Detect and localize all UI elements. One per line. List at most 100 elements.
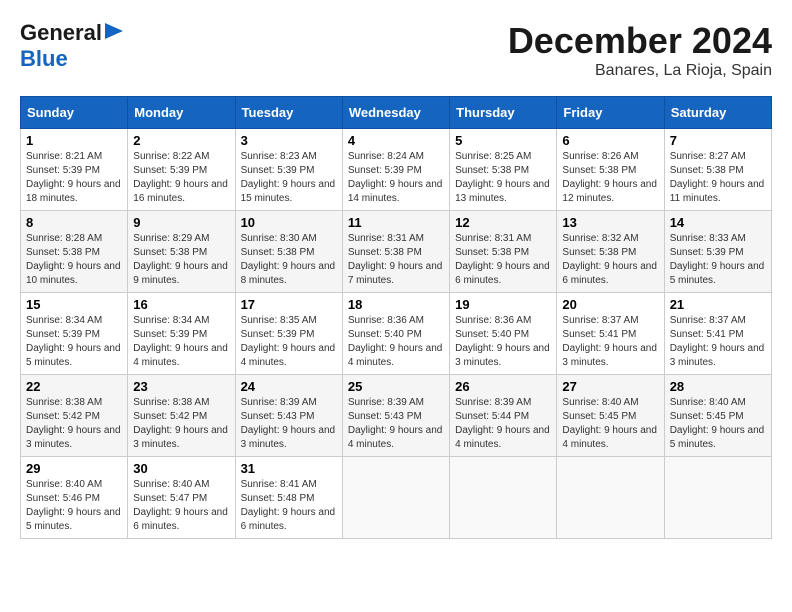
location-subtitle: Banares, La Rioja, Spain — [508, 62, 772, 80]
day-info: Sunrise: 8:38 AMSunset: 5:42 PMDaylight:… — [133, 396, 229, 452]
day-number: 23 — [133, 379, 229, 394]
day-number: 4 — [348, 133, 444, 148]
calendar-week-3: 15 Sunrise: 8:34 AMSunset: 5:39 PMDayligh… — [21, 293, 772, 375]
calendar-cell: 12 Sunrise: 8:31 AMSunset: 5:38 PMDayligh… — [450, 211, 557, 293]
day-info: Sunrise: 8:31 AMSunset: 5:38 PMDaylight:… — [455, 232, 551, 288]
calendar-cell: 1 Sunrise: 8:21 AMSunset: 5:39 PMDaylight… — [21, 129, 128, 211]
day-number: 27 — [562, 379, 658, 394]
calendar-cell: 4Sunrise: 8:24 AMSunset: 5:39 PMDaylight… — [342, 129, 449, 211]
weekday-header-thursday: Thursday — [450, 97, 557, 129]
day-number: 17 — [241, 297, 337, 312]
calendar-cell: 2 Sunrise: 8:22 AMSunset: 5:39 PMDaylight… — [128, 129, 235, 211]
day-info: Sunrise: 8:36 AMSunset: 5:40 PMDaylight:… — [455, 314, 551, 370]
day-info: Sunrise: 8:34 AMSunset: 5:39 PMDaylight:… — [133, 314, 229, 370]
calendar-cell: 3Sunrise: 8:23 AMSunset: 5:39 PMDaylight… — [235, 129, 342, 211]
calendar-cell: 17 Sunrise: 8:35 AMSunset: 5:39 PMDayligh… — [235, 293, 342, 375]
weekday-header-tuesday: Tuesday — [235, 97, 342, 129]
month-title: December 2024 — [508, 20, 772, 62]
day-number: 26 — [455, 379, 551, 394]
calendar-cell — [450, 457, 557, 539]
day-number: 19 — [455, 297, 551, 312]
day-info: Sunrise: 8:35 AMSunset: 5:39 PMDaylight:… — [241, 314, 337, 370]
day-info: Sunrise: 8:21 AMSunset: 5:39 PMDaylight:… — [26, 150, 122, 206]
weekday-header-wednesday: Wednesday — [342, 97, 449, 129]
calendar-cell: 5 Sunrise: 8:25 AMSunset: 5:38 PMDaylight… — [450, 129, 557, 211]
day-info: Sunrise: 8:39 AMSunset: 5:43 PMDaylight:… — [241, 396, 337, 452]
day-info: Sunrise: 8:31 AMSunset: 5:38 PMDaylight:… — [348, 232, 444, 288]
day-info: Sunrise: 8:25 AMSunset: 5:38 PMDaylight:… — [455, 150, 551, 206]
page-header: General Blue December 2024 Banares, La R… — [20, 20, 772, 80]
calendar-week-1: 1 Sunrise: 8:21 AMSunset: 5:39 PMDaylight… — [21, 129, 772, 211]
calendar-cell: 11 Sunrise: 8:31 AMSunset: 5:38 PMDayligh… — [342, 211, 449, 293]
day-number: 9 — [133, 215, 229, 230]
calendar-cell — [664, 457, 771, 539]
day-info: Sunrise: 8:29 AMSunset: 5:38 PMDaylight:… — [133, 232, 229, 288]
day-number: 22 — [26, 379, 122, 394]
day-info: Sunrise: 8:37 AMSunset: 5:41 PMDaylight:… — [670, 314, 766, 370]
day-info: Sunrise: 8:40 AMSunset: 5:47 PMDaylight:… — [133, 478, 229, 534]
day-number: 25 — [348, 379, 444, 394]
day-number: 30 — [133, 461, 229, 476]
day-info: Sunrise: 8:39 AMSunset: 5:43 PMDaylight:… — [348, 396, 444, 452]
day-number: 3 — [241, 133, 337, 148]
day-info: Sunrise: 8:40 AMSunset: 5:46 PMDaylight:… — [26, 478, 122, 534]
calendar-cell: 27 Sunrise: 8:40 AMSunset: 5:45 PMDayligh… — [557, 375, 664, 457]
day-number: 6 — [562, 133, 658, 148]
day-number: 16 — [133, 297, 229, 312]
calendar-table: SundayMondayTuesdayWednesdayThursdayFrid… — [20, 96, 772, 539]
calendar-cell: 13Sunrise: 8:32 AMSunset: 5:38 PMDayligh… — [557, 211, 664, 293]
calendar-cell: 18 Sunrise: 8:36 AMSunset: 5:40 PMDayligh… — [342, 293, 449, 375]
day-info: Sunrise: 8:41 AMSunset: 5:48 PMDaylight:… — [241, 478, 337, 534]
day-info: Sunrise: 8:22 AMSunset: 5:39 PMDaylight:… — [133, 150, 229, 206]
calendar-cell: 31 Sunrise: 8:41 AMSunset: 5:48 PMDayligh… — [235, 457, 342, 539]
day-number: 11 — [348, 215, 444, 230]
day-number: 20 — [562, 297, 658, 312]
calendar-cell: 25 Sunrise: 8:39 AMSunset: 5:43 PMDayligh… — [342, 375, 449, 457]
day-number: 10 — [241, 215, 337, 230]
day-info: Sunrise: 8:28 AMSunset: 5:38 PMDaylight:… — [26, 232, 122, 288]
day-number: 5 — [455, 133, 551, 148]
calendar-cell — [557, 457, 664, 539]
calendar-week-4: 22 Sunrise: 8:38 AMSunset: 5:42 PMDayligh… — [21, 375, 772, 457]
logo-general: General — [20, 20, 102, 46]
day-info: Sunrise: 8:40 AMSunset: 5:45 PMDaylight:… — [670, 396, 766, 452]
calendar-cell: 23 Sunrise: 8:38 AMSunset: 5:42 PMDayligh… — [128, 375, 235, 457]
calendar-cell: 20 Sunrise: 8:37 AMSunset: 5:41 PMDayligh… — [557, 293, 664, 375]
day-info: Sunrise: 8:38 AMSunset: 5:42 PMDaylight:… — [26, 396, 122, 452]
day-info: Sunrise: 8:33 AMSunset: 5:39 PMDaylight:… — [670, 232, 766, 288]
day-info: Sunrise: 8:26 AMSunset: 5:38 PMDaylight:… — [562, 150, 658, 206]
weekday-header-sunday: Sunday — [21, 97, 128, 129]
weekday-header-friday: Friday — [557, 97, 664, 129]
logo-arrow-icon — [105, 23, 123, 44]
day-number: 7 — [670, 133, 766, 148]
day-info: Sunrise: 8:27 AMSunset: 5:38 PMDaylight:… — [670, 150, 766, 206]
title-section: December 2024 Banares, La Rioja, Spain — [508, 20, 772, 80]
day-number: 31 — [241, 461, 337, 476]
calendar-cell: 8 Sunrise: 8:28 AMSunset: 5:38 PMDaylight… — [21, 211, 128, 293]
day-info: Sunrise: 8:37 AMSunset: 5:41 PMDaylight:… — [562, 314, 658, 370]
calendar-cell: 29 Sunrise: 8:40 AMSunset: 5:46 PMDayligh… — [21, 457, 128, 539]
calendar-cell: 22 Sunrise: 8:38 AMSunset: 5:42 PMDayligh… — [21, 375, 128, 457]
day-number: 15 — [26, 297, 122, 312]
logo-blue: Blue — [20, 46, 68, 71]
day-number: 21 — [670, 297, 766, 312]
day-number: 2 — [133, 133, 229, 148]
day-info: Sunrise: 8:40 AMSunset: 5:45 PMDaylight:… — [562, 396, 658, 452]
calendar-header-row: SundayMondayTuesdayWednesdayThursdayFrid… — [21, 97, 772, 129]
calendar-cell: 15 Sunrise: 8:34 AMSunset: 5:39 PMDayligh… — [21, 293, 128, 375]
day-number: 12 — [455, 215, 551, 230]
calendar-cell: 10 Sunrise: 8:30 AMSunset: 5:38 PMDayligh… — [235, 211, 342, 293]
day-info: Sunrise: 8:32 AMSunset: 5:38 PMDaylight:… — [562, 232, 658, 288]
day-info: Sunrise: 8:34 AMSunset: 5:39 PMDaylight:… — [26, 314, 122, 370]
day-info: Sunrise: 8:30 AMSunset: 5:38 PMDaylight:… — [241, 232, 337, 288]
day-info: Sunrise: 8:36 AMSunset: 5:40 PMDaylight:… — [348, 314, 444, 370]
day-number: 18 — [348, 297, 444, 312]
day-number: 29 — [26, 461, 122, 476]
calendar-cell: 9 Sunrise: 8:29 AMSunset: 5:38 PMDaylight… — [128, 211, 235, 293]
calendar-cell: 14 Sunrise: 8:33 AMSunset: 5:39 PMDayligh… — [664, 211, 771, 293]
calendar-week-5: 29 Sunrise: 8:40 AMSunset: 5:46 PMDayligh… — [21, 457, 772, 539]
day-number: 1 — [26, 133, 122, 148]
calendar-week-2: 8 Sunrise: 8:28 AMSunset: 5:38 PMDaylight… — [21, 211, 772, 293]
day-number: 8 — [26, 215, 122, 230]
day-number: 14 — [670, 215, 766, 230]
